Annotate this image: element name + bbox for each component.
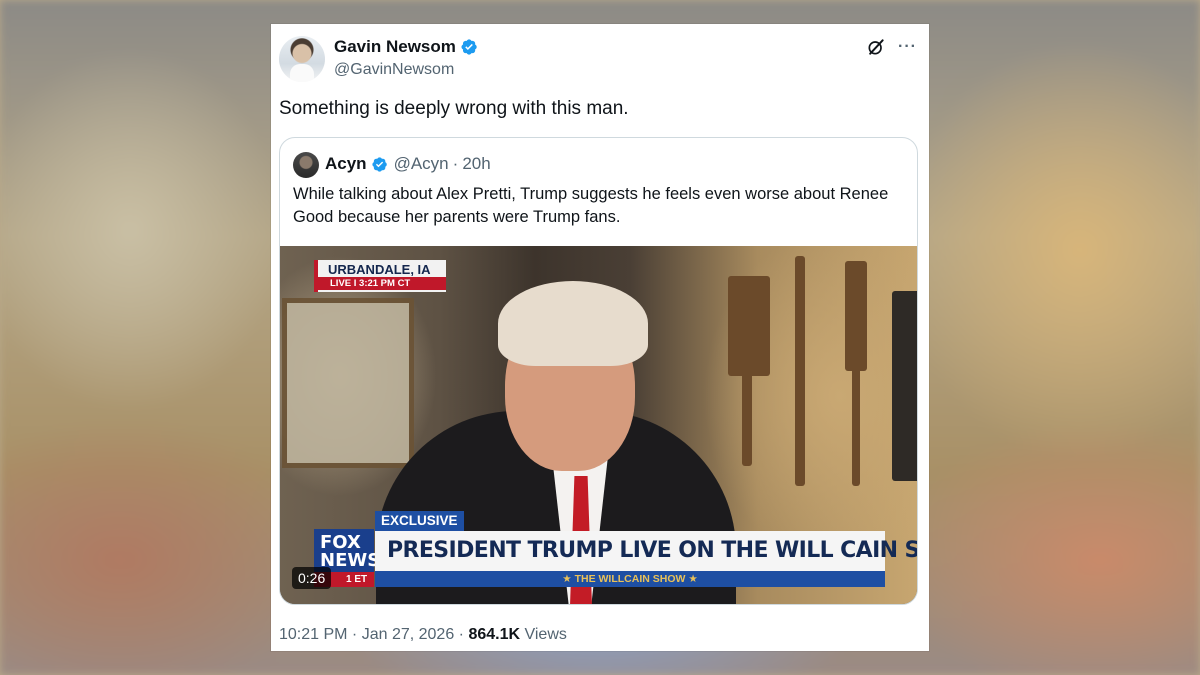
verified-badge-icon (461, 39, 477, 55)
more-options-icon[interactable]: ··· (898, 37, 917, 57)
quoted-post[interactable]: Acyn @Acyn · 20h While talking about Ale… (279, 137, 918, 605)
live-bug: LIVE I 3:21 PM CT (318, 277, 446, 290)
author-display-name[interactable]: Gavin Newsom (334, 37, 456, 57)
video-duration-badge: 0:26 (292, 567, 332, 589)
post-timestamp[interactable]: 10:21 PM · Jan 27, 2026 · (279, 626, 468, 643)
quoted-author-display-name[interactable]: Acyn (325, 154, 367, 174)
video-frame-wall-item (728, 276, 770, 376)
video-frame-wall-item (742, 366, 752, 466)
quoted-author-handle[interactable]: @Acyn (394, 154, 449, 174)
video-frame-wall-item (845, 261, 867, 371)
author-avatar[interactable] (279, 36, 325, 82)
quoted-author-avatar[interactable] (293, 152, 319, 178)
views-label: Views (520, 626, 567, 643)
video-frame-wall-item (892, 291, 917, 481)
post-top-actions: ··· (866, 37, 917, 57)
location-bug-text: URBANDALE, IA (328, 262, 431, 277)
video-frame-wall-item (795, 256, 805, 486)
quoted-verified-badge-icon (371, 156, 387, 172)
video-frame-wall-item (852, 366, 860, 486)
lower-third-show-bar: ★ THE WILLCAIN SHOW ★ (375, 571, 885, 587)
quoted-post-text: While talking about Alex Pretti, Trump s… (293, 185, 889, 226)
grok-icon[interactable] (866, 37, 886, 57)
video-player[interactable]: URBANDALE, IA LIVE I 3:21 PM CT EXCLUSIV… (280, 246, 917, 604)
exclusive-tag: EXCLUSIVE (375, 511, 464, 531)
lower-third-headline: PRESIDENT TRUMP LIVE ON THE WILL CAIN SH… (375, 531, 917, 571)
post-card: Gavin Newsom @GavinNewsom ··· Something … (271, 24, 929, 651)
quoted-post-header: Acyn @Acyn · 20h (325, 154, 491, 174)
post-metadata: 10:21 PM · Jan 27, 2026 · 864.1K Views (279, 626, 567, 644)
post-text: Something is deeply wrong with this man. (279, 98, 629, 119)
quoted-post-time[interactable]: 20h (462, 154, 490, 174)
video-frame-subject-hair (498, 281, 648, 366)
quoted-header-separator: · (452, 154, 459, 173)
video-frame-poster (282, 298, 414, 468)
views-count[interactable]: 864.1K (468, 626, 520, 643)
author-name-row: Gavin Newsom (334, 37, 478, 57)
author-handle[interactable]: @GavinNewsom (334, 61, 454, 79)
location-bug: URBANDALE, IA LIVE I 3:21 PM CT (314, 260, 446, 292)
